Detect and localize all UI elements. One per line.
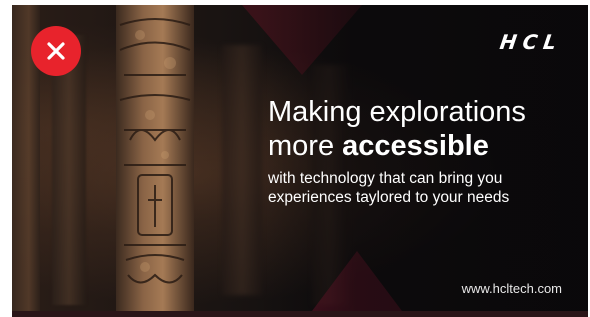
headline-prefix: more xyxy=(268,130,343,162)
bottom-edge xyxy=(12,311,588,317)
subline-line: with technology that can bring you xyxy=(268,170,503,187)
carved-pillar-image xyxy=(116,5,194,311)
headline-line: more accessible xyxy=(268,129,526,163)
ad-headline: Making explorations more accessible xyxy=(268,95,526,163)
headline-line: Making explorations xyxy=(268,96,526,128)
background-pillar xyxy=(222,45,262,295)
ad-subheadline: with technology that can bring you exper… xyxy=(268,169,509,207)
headline-emphasis: accessible xyxy=(342,130,489,162)
website-link[interactable]: www.hcltech.com xyxy=(462,281,562,296)
hcl-logo: HCL xyxy=(498,30,564,54)
subline-line: experiences taylored to your needs xyxy=(268,189,510,206)
ad-banner[interactable]: HCL Making explorations more accessible … xyxy=(12,5,588,311)
close-icon xyxy=(47,42,65,60)
close-button[interactable] xyxy=(31,26,81,76)
